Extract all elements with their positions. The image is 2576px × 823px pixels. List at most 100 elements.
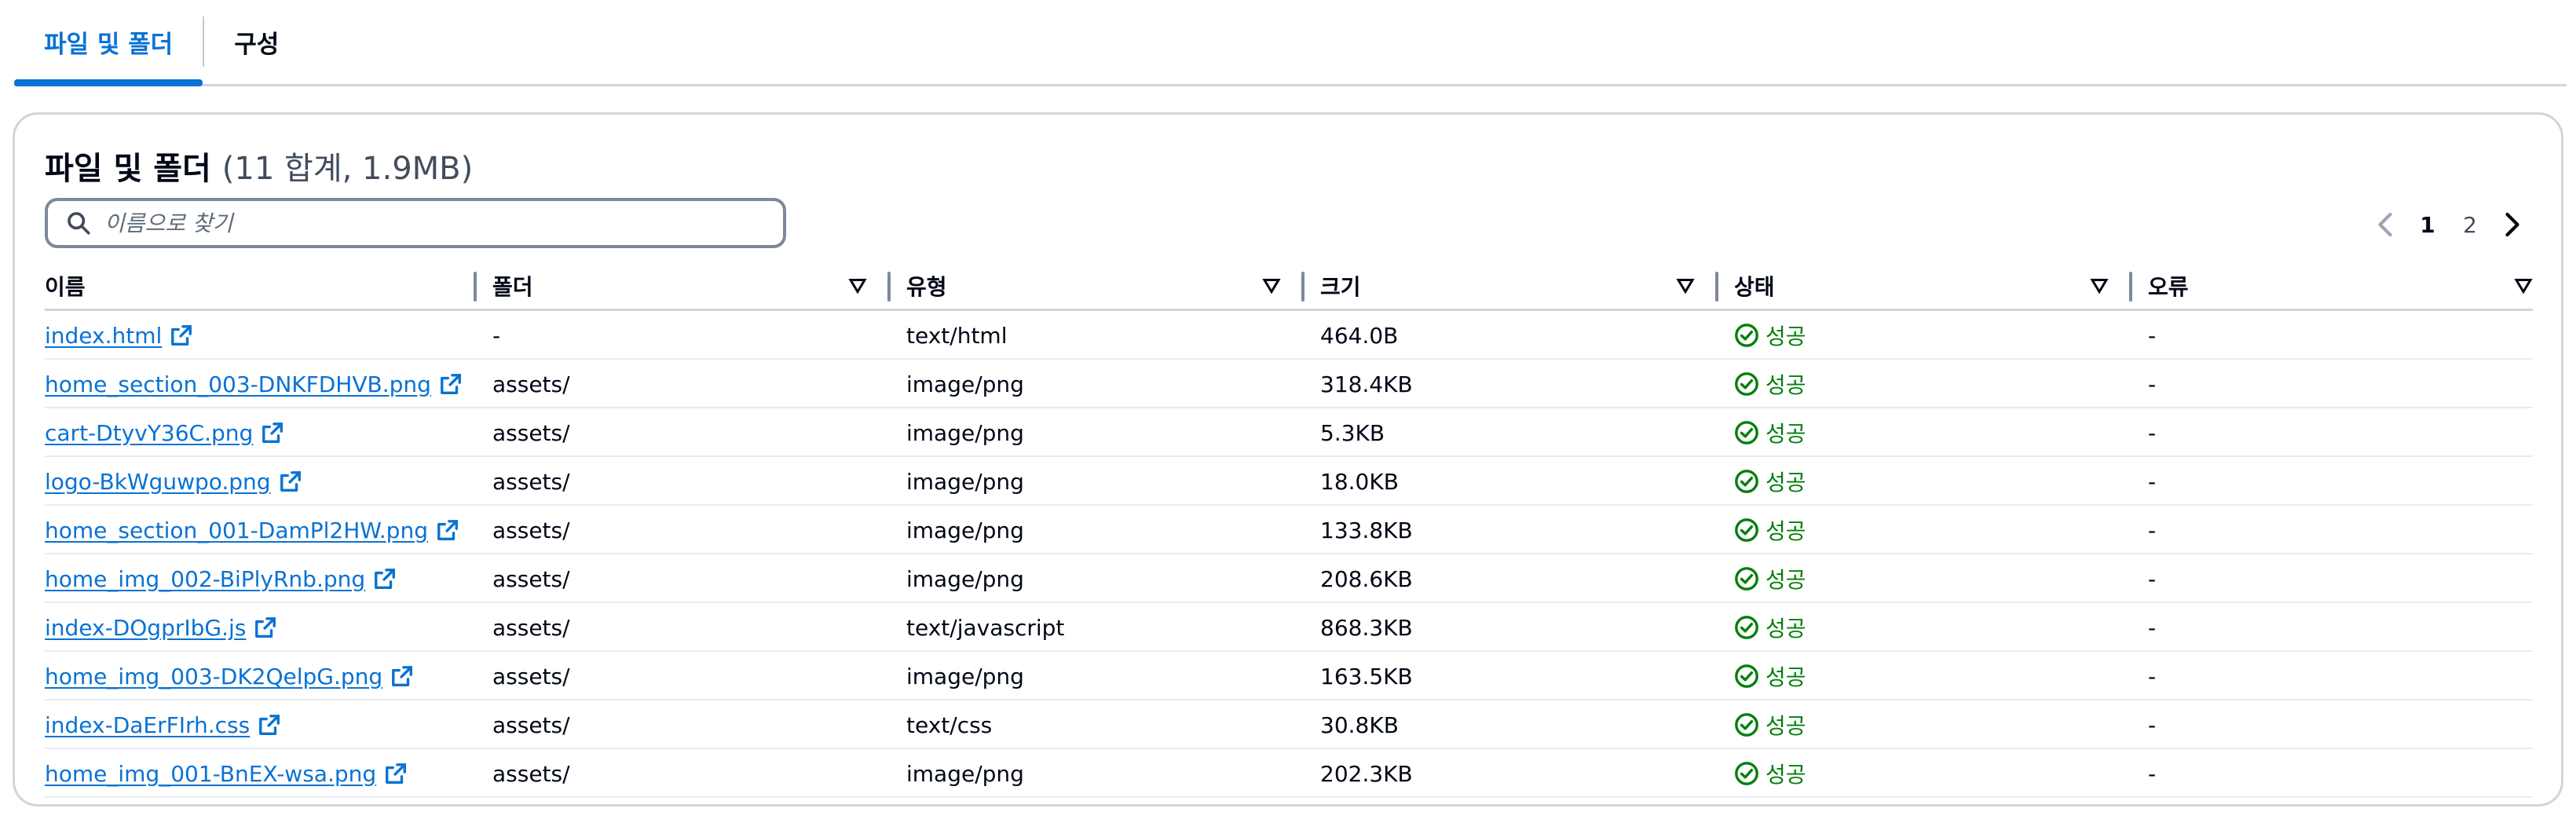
search-box[interactable] bbox=[45, 198, 786, 248]
cell-size: 868.3KB bbox=[1320, 614, 1413, 641]
status-badge: 성공 bbox=[1734, 514, 1806, 546]
page-2-button[interactable]: 2 bbox=[2453, 203, 2487, 247]
status-badge: 성공 bbox=[1734, 612, 1806, 643]
cell-status: 성공 bbox=[1734, 408, 1806, 457]
cell-type: text/css bbox=[906, 711, 993, 738]
external-link-icon bbox=[171, 325, 192, 346]
next-page-button[interactable] bbox=[2495, 203, 2530, 247]
tab-configuration[interactable]: 구성 bbox=[204, 0, 309, 84]
cell-status: 성공 bbox=[1734, 749, 1806, 798]
cell-size: 202.3KB bbox=[1320, 760, 1413, 787]
table-row: home_img_002-BiPlyRnb.png assets/ image/… bbox=[45, 554, 2533, 603]
chevron-right-icon bbox=[2505, 212, 2519, 237]
status-text: 성공 bbox=[1766, 762, 1806, 788]
check-circle-icon bbox=[1735, 518, 1758, 542]
check-circle-icon bbox=[1735, 421, 1758, 444]
prev-page-button[interactable] bbox=[2368, 203, 2402, 247]
external-link-icon bbox=[440, 374, 461, 394]
check-circle-icon bbox=[1735, 470, 1758, 493]
cell-status: 성공 bbox=[1734, 457, 1806, 506]
check-circle-icon bbox=[1735, 713, 1758, 737]
page-1-button[interactable]: 1 bbox=[2410, 203, 2445, 247]
cell-size: 208.6KB bbox=[1320, 565, 1413, 592]
cell-status: 성공 bbox=[1734, 311, 1806, 360]
header-title-text: 파일 및 폴더 bbox=[45, 151, 211, 187]
status-text: 성공 bbox=[1766, 664, 1806, 690]
external-link-icon bbox=[437, 520, 458, 540]
status-badge: 성공 bbox=[1734, 563, 1806, 594]
cell-size: 30.8KB bbox=[1320, 711, 1399, 738]
cell-folder: assets/ bbox=[492, 711, 570, 738]
cell-folder: assets/ bbox=[492, 371, 570, 397]
file-link[interactable]: index.html bbox=[45, 323, 193, 349]
cell-folder: - bbox=[492, 322, 501, 349]
cell-name: cart-DtyvY36C.png bbox=[45, 408, 284, 457]
file-link[interactable]: logo-BkWguwpo.png bbox=[45, 469, 302, 495]
file-link[interactable]: index-DOgprIbG.js bbox=[45, 615, 277, 641]
column-header-size[interactable]: 크기 bbox=[1304, 261, 1718, 311]
cell-folder: assets/ bbox=[492, 419, 570, 446]
status-text: 성공 bbox=[1766, 567, 1806, 593]
file-name: home_img_002-BiPlyRnb.png bbox=[45, 565, 366, 592]
cell-size: 464.0B bbox=[1320, 322, 1399, 349]
file-name: index-DOgprIbG.js bbox=[45, 614, 247, 641]
cell-status: 성공 bbox=[1734, 360, 1806, 408]
column-label: 크기 bbox=[1320, 274, 1361, 300]
status-text: 성공 bbox=[1766, 372, 1806, 398]
tab-files-and-folders[interactable]: 파일 및 폴더 bbox=[14, 0, 203, 86]
table-row: logo-BkWguwpo.png assets/ image/png 18.0… bbox=[45, 457, 2533, 506]
cell-size: 133.8KB bbox=[1320, 517, 1413, 543]
cell-folder: assets/ bbox=[492, 614, 570, 641]
search-icon bbox=[68, 212, 90, 235]
file-link[interactable]: home_img_002-BiPlyRnb.png bbox=[45, 566, 397, 592]
cell-type: image/png bbox=[906, 517, 1024, 543]
file-link[interactable]: home_section_003-DNKFDHVB.png bbox=[45, 371, 463, 397]
cell-name: home_img_001-BnEX-wsa.png bbox=[45, 749, 408, 798]
file-name: home_section_001-DamPl2HW.png bbox=[45, 517, 428, 543]
check-circle-icon bbox=[1735, 762, 1758, 785]
files-table: 이름 폴더 유형 크기 상태 오류 index.html - text/html… bbox=[45, 261, 2533, 798]
cell-status: 성공 bbox=[1734, 554, 1806, 603]
chevron-left-icon bbox=[2378, 212, 2392, 237]
column-label: 오류 bbox=[2148, 274, 2189, 300]
column-header-name[interactable]: 이름 bbox=[45, 261, 477, 311]
table-row: index-DOgprIbG.js assets/ text/javascrip… bbox=[45, 603, 2533, 652]
cell-type: image/png bbox=[906, 760, 1024, 787]
table-row: index-DaErFIrh.css assets/ text/css 30.8… bbox=[45, 700, 2533, 749]
status-text: 성공 bbox=[1766, 421, 1806, 447]
file-link[interactable]: home_section_001-DamPl2HW.png bbox=[45, 518, 459, 543]
file-link[interactable]: index-DaErFIrh.css bbox=[45, 712, 281, 738]
file-count: (11 합계, 1.9MB) bbox=[221, 151, 474, 187]
external-link-icon bbox=[259, 715, 280, 735]
file-link[interactable]: cart-DtyvY36C.png bbox=[45, 420, 284, 446]
external-link-icon bbox=[255, 617, 276, 638]
cell-error: - bbox=[2148, 468, 2157, 495]
status-badge: 성공 bbox=[1734, 320, 1806, 351]
cell-name: home_section_003-DNKFDHVB.png bbox=[45, 360, 463, 408]
check-circle-icon bbox=[1735, 567, 1758, 591]
status-badge: 성공 bbox=[1734, 660, 1806, 692]
cell-error: - bbox=[2148, 322, 2157, 349]
file-name: home_section_003-DNKFDHVB.png bbox=[45, 371, 431, 397]
cell-size: 18.0KB bbox=[1320, 468, 1399, 495]
table-row: home_img_003-DK2QelpG.png assets/ image/… bbox=[45, 652, 2533, 700]
check-circle-icon bbox=[1735, 372, 1758, 396]
status-text: 성공 bbox=[1766, 713, 1806, 739]
file-link[interactable]: home_img_003-DK2QelpG.png bbox=[45, 664, 414, 689]
cell-name: home_img_003-DK2QelpG.png bbox=[45, 652, 414, 700]
search-input[interactable] bbox=[104, 210, 780, 236]
column-header-error[interactable]: 오류 bbox=[2132, 261, 2533, 311]
cell-size: 163.5KB bbox=[1320, 663, 1413, 689]
file-name: cart-DtyvY36C.png bbox=[45, 419, 254, 446]
check-circle-icon bbox=[1735, 616, 1758, 639]
column-header-type[interactable]: 유형 bbox=[891, 261, 1304, 311]
column-header-status[interactable]: 상태 bbox=[1718, 261, 2132, 311]
column-header-folder[interactable]: 폴더 bbox=[477, 261, 891, 311]
table-row: home_img_001-BnEX-wsa.png assets/ image/… bbox=[45, 749, 2533, 798]
files-container: 파일 및 폴더 (11 합계, 1.9MB) 1 2 이름 폴더 유형 bbox=[13, 112, 2563, 807]
external-link-icon bbox=[262, 422, 284, 443]
cell-error: - bbox=[2148, 371, 2157, 397]
status-text: 성공 bbox=[1766, 518, 1806, 544]
file-link[interactable]: home_img_001-BnEX-wsa.png bbox=[45, 761, 408, 787]
status-text: 성공 bbox=[1766, 616, 1806, 642]
